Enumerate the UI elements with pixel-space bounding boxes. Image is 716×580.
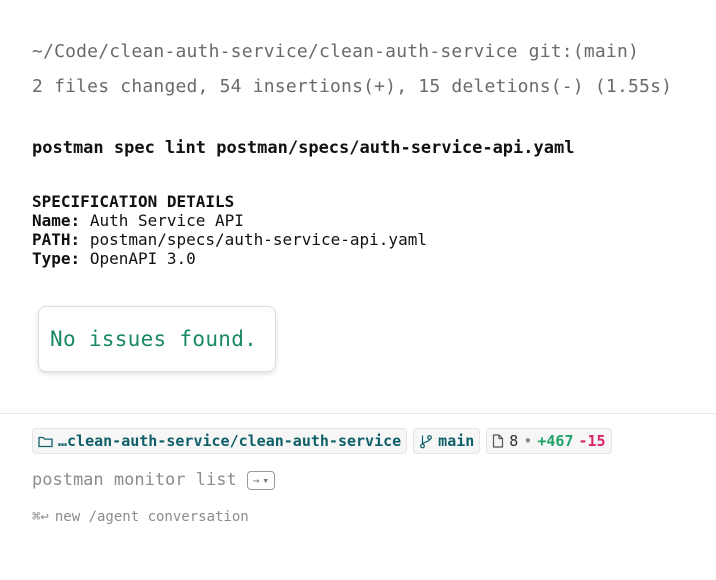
- folder-chip[interactable]: …clean-auth-service/clean-auth-service: [32, 428, 408, 454]
- lint-result-text: No issues found.: [50, 327, 258, 351]
- details-type-key: Type:: [32, 249, 81, 268]
- command-input-text: postman monitor list: [32, 470, 237, 490]
- send-button[interactable]: → ▾: [246, 470, 275, 490]
- folder-icon: [38, 435, 53, 448]
- file-icon: [492, 434, 504, 448]
- changes-chip[interactable]: 8 • +467 -15: [486, 428, 612, 454]
- deletions-count: -15: [578, 432, 606, 450]
- command-input[interactable]: postman monitor list → ▾: [32, 470, 275, 490]
- terminal-window: ~/Code/clean-auth-service/clean-auth-ser…: [0, 0, 716, 580]
- changed-files-count: 8: [509, 432, 519, 450]
- details-path-key: PATH:: [32, 230, 81, 249]
- working-directory: ~/Code/clean-auth-service/clean-auth-ser…: [32, 41, 518, 62]
- diff-stats-line: 2 files changed, 54 insertions(+), 15 de…: [32, 76, 673, 97]
- details-path-row: PATH: postman/specs/auth-service-api.yam…: [32, 230, 427, 249]
- specification-details: SPECIFICATION DETAILS Name: Auth Service…: [32, 192, 427, 268]
- details-name-row: Name: Auth Service API: [32, 211, 427, 230]
- lint-result-box: No issues found.: [38, 306, 276, 372]
- chevron-down-icon: ▾: [262, 473, 269, 487]
- working-directory-line: ~/Code/clean-auth-service/clean-auth-ser…: [32, 41, 639, 62]
- insertions-count: +467: [537, 432, 574, 450]
- divider: [0, 413, 716, 414]
- branch-name: main: [438, 432, 475, 450]
- git-branch-label: git:(main): [528, 41, 640, 62]
- folder-path: …clean-auth-service/clean-auth-service: [58, 432, 402, 450]
- hint-text: new /agent conversation: [54, 509, 249, 525]
- keyboard-hint: ⌘↩ new /agent conversation: [32, 509, 249, 525]
- details-type-row: Type: OpenAPI 3.0: [32, 249, 427, 268]
- details-name-key: Name:: [32, 211, 81, 230]
- branch-chip[interactable]: main: [413, 428, 481, 454]
- details-heading: SPECIFICATION DETAILS: [32, 192, 235, 211]
- details-type-value: OpenAPI 3.0: [89, 249, 196, 268]
- details-path-value: postman/specs/auth-service-api.yaml: [89, 230, 427, 249]
- shortcut-keys: ⌘↩: [32, 509, 49, 525]
- separator-dot: •: [523, 432, 533, 450]
- git-branch-icon: [419, 434, 433, 449]
- arrow-right-icon: →: [252, 473, 260, 487]
- details-name-value: Auth Service API: [89, 211, 244, 230]
- status-bar: …clean-auth-service/clean-auth-service m…: [32, 428, 612, 454]
- executed-command: postman spec lint postman/specs/auth-ser…: [32, 138, 575, 158]
